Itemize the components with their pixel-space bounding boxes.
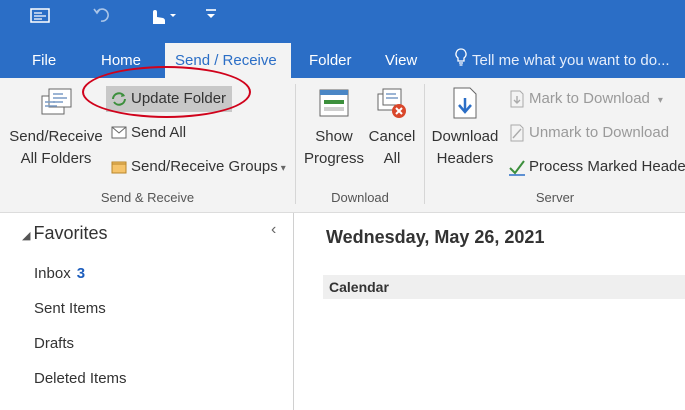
unread-count: 3 <box>76 265 86 282</box>
send-receive-all-icon[interactable] <box>30 6 50 28</box>
folder-pane: ◢ Favorites ‹ Inbox 3 Sent Items Drafts De… <box>0 213 294 410</box>
unmark-to-download-button[interactable]: Unmark to Download <box>508 120 669 146</box>
mark-to-download-button[interactable]: Mark to Download ▾ <box>508 86 663 112</box>
folder-item-deleted-items[interactable]: Deleted Items <box>34 370 127 387</box>
tab-view[interactable]: View <box>375 43 427 78</box>
tab-file[interactable]: File <box>22 43 66 78</box>
favorites-header[interactable]: ◢ Favorites <box>22 223 108 244</box>
folder-name: Sent Items <box>34 300 106 317</box>
dropdown-arrow-icon: ▾ <box>657 95 663 106</box>
send-receive-groups-button[interactable]: Send/Receive Groups ▾ <box>110 154 286 180</box>
send-all-label: Send All <box>131 124 187 141</box>
lightbulb-icon <box>455 44 467 79</box>
send-all-icon <box>110 124 128 142</box>
collapse-pane-icon[interactable]: ‹ <box>271 221 276 239</box>
favorites-label: Favorites <box>33 223 108 243</box>
touch-mode-icon[interactable] <box>148 6 178 30</box>
calendar-label: Calendar <box>329 279 389 295</box>
date-heading: Wednesday, May 26, 2021 <box>326 227 545 247</box>
ribbon: Send/Receive All Folders Update Folder S… <box>0 66 685 213</box>
content-pane: Wednesday, May 26, 2021 Calendar <box>294 213 685 410</box>
folder-item-drafts[interactable]: Drafts <box>34 335 74 352</box>
ribbon-separator <box>424 84 425 204</box>
group-label-download: Download <box>331 190 389 205</box>
folder-name: Inbox <box>34 265 71 282</box>
unmark-download-icon <box>508 124 526 142</box>
unmark-to-download-label: Unmark to Download <box>529 124 670 141</box>
calendar-bar[interactable]: Calendar <box>323 275 685 299</box>
send-receive-all-label-1: Send/Receive <box>9 128 103 145</box>
send-receive-groups-label: Send/Receive Groups <box>131 158 278 175</box>
download-headers-label-2: Headers <box>436 150 494 167</box>
folder-item-sent-items[interactable]: Sent Items <box>34 300 106 317</box>
highlight-circle <box>82 66 251 118</box>
show-progress-icon <box>317 86 351 120</box>
collapse-triangle-icon: ◢ <box>22 230 31 242</box>
folder-name: Drafts <box>34 335 75 352</box>
send-receive-all-icon <box>39 86 73 120</box>
process-marked-headers-button[interactable]: Process Marked Header <box>508 154 685 180</box>
mark-download-icon <box>508 90 526 108</box>
send-all-button[interactable]: Send All <box>110 120 186 146</box>
folder-item-inbox[interactable]: Inbox 3 <box>34 265 85 282</box>
group-label-server: Server <box>535 190 575 205</box>
cancel-all-label-2: All <box>383 150 401 167</box>
tell-me-search[interactable]: Tell me what you want to do... <box>455 43 670 78</box>
show-progress-label-1: Show <box>315 128 353 145</box>
cancel-all-label-1: Cancel <box>368 128 416 145</box>
undo-icon[interactable] <box>92 6 110 26</box>
download-headers-button[interactable]: Download Headers <box>428 86 502 170</box>
mark-to-download-label: Mark to Download <box>529 90 650 107</box>
checkmark-icon <box>508 158 526 176</box>
send-receive-all-label-2: All Folders <box>20 150 92 167</box>
title-bar <box>0 0 685 43</box>
show-progress-label-2: Progress <box>303 150 365 167</box>
tell-me-text: Tell me what you want to do... <box>472 52 670 69</box>
group-label-send-receive: Send & Receive <box>100 190 195 205</box>
show-progress-button[interactable]: Show Progress <box>302 86 366 170</box>
cancel-all-button[interactable]: Cancel All <box>364 86 420 170</box>
download-headers-label-1: Download <box>431 128 499 145</box>
folder-name: Deleted Items <box>34 370 127 387</box>
process-marked-headers-label: Process Marked Header <box>529 158 685 175</box>
dropdown-arrow-icon: ▾ <box>280 163 286 174</box>
ribbon-separator <box>295 84 296 204</box>
send-receive-groups-icon <box>110 158 128 176</box>
customize-qat-icon[interactable] <box>204 6 218 26</box>
download-headers-icon <box>448 86 482 120</box>
tab-folder[interactable]: Folder <box>299 43 362 78</box>
ribbon-tab-bar: File Home Send / Receive Folder View Tel… <box>0 43 685 78</box>
cancel-all-icon <box>375 86 409 120</box>
